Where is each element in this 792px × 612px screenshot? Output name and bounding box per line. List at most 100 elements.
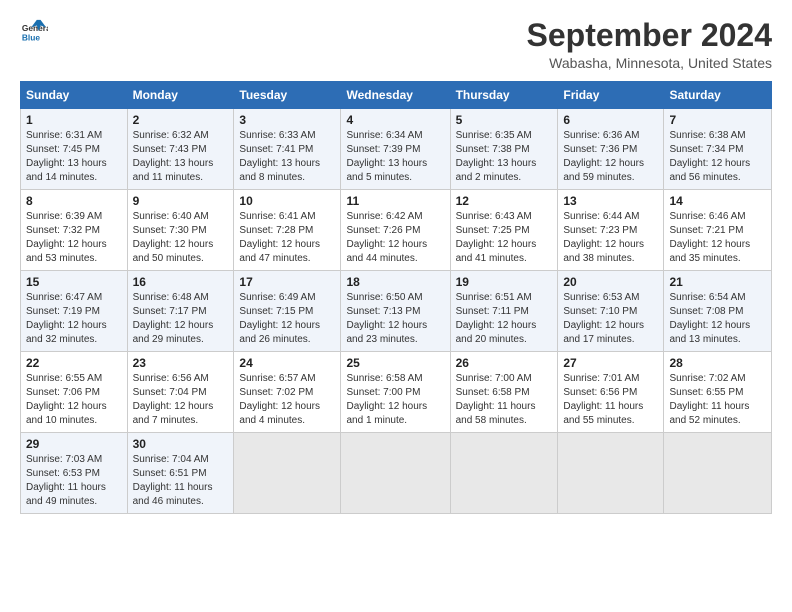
calendar-cell: 21 Sunrise: 6:54 AM Sunset: 7:08 PM Dayl…	[664, 271, 772, 352]
calendar-cell: 28 Sunrise: 7:02 AM Sunset: 6:55 PM Dayl…	[664, 352, 772, 433]
day-info: Sunrise: 6:42 AM Sunset: 7:26 PM Dayligh…	[346, 210, 444, 266]
calendar-cell: 14 Sunrise: 6:46 AM Sunset: 7:21 PM Dayl…	[664, 190, 772, 271]
calendar-cell: 26 Sunrise: 7:00 AM Sunset: 6:58 PM Dayl…	[450, 352, 558, 433]
calendar-cell: 6 Sunrise: 6:36 AM Sunset: 7:36 PM Dayli…	[558, 109, 664, 190]
header-friday: Friday	[558, 82, 664, 109]
day-number: 30	[133, 437, 229, 451]
calendar-cell: 30 Sunrise: 7:04 AM Sunset: 6:51 PM Dayl…	[127, 433, 234, 514]
header-wednesday: Wednesday	[341, 82, 450, 109]
calendar-cell: 23 Sunrise: 6:56 AM Sunset: 7:04 PM Dayl…	[127, 352, 234, 433]
day-info: Sunrise: 6:44 AM Sunset: 7:23 PM Dayligh…	[563, 210, 658, 266]
day-number: 28	[669, 356, 766, 370]
calendar-cell: 1 Sunrise: 6:31 AM Sunset: 7:45 PM Dayli…	[21, 109, 128, 190]
day-info: Sunrise: 7:04 AM Sunset: 6:51 PM Dayligh…	[133, 453, 229, 509]
day-info: Sunrise: 6:39 AM Sunset: 7:32 PM Dayligh…	[26, 210, 122, 266]
day-info: Sunrise: 7:01 AM Sunset: 6:56 PM Dayligh…	[563, 372, 658, 428]
day-number: 20	[563, 275, 658, 289]
calendar-cell: 27 Sunrise: 7:01 AM Sunset: 6:56 PM Dayl…	[558, 352, 664, 433]
calendar-cell: 25 Sunrise: 6:58 AM Sunset: 7:00 PM Dayl…	[341, 352, 450, 433]
header-sunday: Sunday	[21, 82, 128, 109]
day-number: 29	[26, 437, 122, 451]
day-number: 24	[239, 356, 335, 370]
day-info: Sunrise: 6:53 AM Sunset: 7:10 PM Dayligh…	[563, 291, 658, 347]
day-info: Sunrise: 7:03 AM Sunset: 6:53 PM Dayligh…	[26, 453, 122, 509]
day-info: Sunrise: 6:47 AM Sunset: 7:19 PM Dayligh…	[26, 291, 122, 347]
day-number: 6	[563, 113, 658, 127]
day-number: 27	[563, 356, 658, 370]
calendar-cell: 19 Sunrise: 6:51 AM Sunset: 7:11 PM Dayl…	[450, 271, 558, 352]
day-number: 3	[239, 113, 335, 127]
calendar-cell: 16 Sunrise: 6:48 AM Sunset: 7:17 PM Dayl…	[127, 271, 234, 352]
day-number: 2	[133, 113, 229, 127]
calendar-cell: 8 Sunrise: 6:39 AM Sunset: 7:32 PM Dayli…	[21, 190, 128, 271]
day-number: 21	[669, 275, 766, 289]
calendar-cell: 29 Sunrise: 7:03 AM Sunset: 6:53 PM Dayl…	[21, 433, 128, 514]
day-number: 4	[346, 113, 444, 127]
day-number: 5	[456, 113, 553, 127]
day-info: Sunrise: 6:58 AM Sunset: 7:00 PM Dayligh…	[346, 372, 444, 428]
location: Wabasha, Minnesota, United States	[527, 55, 772, 71]
month-title: September 2024	[527, 18, 772, 53]
calendar-cell: 15 Sunrise: 6:47 AM Sunset: 7:19 PM Dayl…	[21, 271, 128, 352]
day-info: Sunrise: 6:40 AM Sunset: 7:30 PM Dayligh…	[133, 210, 229, 266]
day-info: Sunrise: 6:55 AM Sunset: 7:06 PM Dayligh…	[26, 372, 122, 428]
header-monday: Monday	[127, 82, 234, 109]
svg-text:Blue: Blue	[22, 32, 40, 42]
calendar-cell: 24 Sunrise: 6:57 AM Sunset: 7:02 PM Dayl…	[234, 352, 341, 433]
day-info: Sunrise: 6:56 AM Sunset: 7:04 PM Dayligh…	[133, 372, 229, 428]
day-info: Sunrise: 6:49 AM Sunset: 7:15 PM Dayligh…	[239, 291, 335, 347]
day-number: 26	[456, 356, 553, 370]
calendar-cell: 5 Sunrise: 6:35 AM Sunset: 7:38 PM Dayli…	[450, 109, 558, 190]
calendar-cell: 18 Sunrise: 6:50 AM Sunset: 7:13 PM Dayl…	[341, 271, 450, 352]
day-info: Sunrise: 6:34 AM Sunset: 7:39 PM Dayligh…	[346, 129, 444, 185]
day-info: Sunrise: 6:32 AM Sunset: 7:43 PM Dayligh…	[133, 129, 229, 185]
title-area: September 2024 Wabasha, Minnesota, Unite…	[527, 18, 772, 71]
day-info: Sunrise: 6:33 AM Sunset: 7:41 PM Dayligh…	[239, 129, 335, 185]
day-info: Sunrise: 6:31 AM Sunset: 7:45 PM Dayligh…	[26, 129, 122, 185]
calendar-cell: 4 Sunrise: 6:34 AM Sunset: 7:39 PM Dayli…	[341, 109, 450, 190]
calendar-cell: 2 Sunrise: 6:32 AM Sunset: 7:43 PM Dayli…	[127, 109, 234, 190]
day-info: Sunrise: 6:36 AM Sunset: 7:36 PM Dayligh…	[563, 129, 658, 185]
day-number: 7	[669, 113, 766, 127]
calendar-cell	[234, 433, 341, 514]
day-info: Sunrise: 6:41 AM Sunset: 7:28 PM Dayligh…	[239, 210, 335, 266]
day-info: Sunrise: 6:50 AM Sunset: 7:13 PM Dayligh…	[346, 291, 444, 347]
day-number: 16	[133, 275, 229, 289]
day-number: 18	[346, 275, 444, 289]
day-number: 22	[26, 356, 122, 370]
header-thursday: Thursday	[450, 82, 558, 109]
logo: General Blue	[20, 18, 48, 46]
calendar-cell	[341, 433, 450, 514]
calendar-cell: 12 Sunrise: 6:43 AM Sunset: 7:25 PM Dayl…	[450, 190, 558, 271]
day-info: Sunrise: 6:46 AM Sunset: 7:21 PM Dayligh…	[669, 210, 766, 266]
calendar-cell: 17 Sunrise: 6:49 AM Sunset: 7:15 PM Dayl…	[234, 271, 341, 352]
day-number: 13	[563, 194, 658, 208]
calendar-table: SundayMondayTuesdayWednesdayThursdayFrid…	[20, 81, 772, 514]
day-number: 11	[346, 194, 444, 208]
day-info: Sunrise: 7:02 AM Sunset: 6:55 PM Dayligh…	[669, 372, 766, 428]
logo-icon: General Blue	[20, 18, 48, 46]
calendar-cell: 7 Sunrise: 6:38 AM Sunset: 7:34 PM Dayli…	[664, 109, 772, 190]
calendar-cell: 3 Sunrise: 6:33 AM Sunset: 7:41 PM Dayli…	[234, 109, 341, 190]
day-info: Sunrise: 6:57 AM Sunset: 7:02 PM Dayligh…	[239, 372, 335, 428]
calendar-cell	[558, 433, 664, 514]
calendar-cell	[450, 433, 558, 514]
day-number: 25	[346, 356, 444, 370]
day-number: 10	[239, 194, 335, 208]
header-saturday: Saturday	[664, 82, 772, 109]
day-number: 14	[669, 194, 766, 208]
day-info: Sunrise: 6:48 AM Sunset: 7:17 PM Dayligh…	[133, 291, 229, 347]
day-number: 9	[133, 194, 229, 208]
day-number: 1	[26, 113, 122, 127]
day-number: 17	[239, 275, 335, 289]
calendar-cell: 20 Sunrise: 6:53 AM Sunset: 7:10 PM Dayl…	[558, 271, 664, 352]
day-info: Sunrise: 6:35 AM Sunset: 7:38 PM Dayligh…	[456, 129, 553, 185]
header-tuesday: Tuesday	[234, 82, 341, 109]
calendar-cell: 10 Sunrise: 6:41 AM Sunset: 7:28 PM Dayl…	[234, 190, 341, 271]
day-info: Sunrise: 7:00 AM Sunset: 6:58 PM Dayligh…	[456, 372, 553, 428]
calendar-cell: 22 Sunrise: 6:55 AM Sunset: 7:06 PM Dayl…	[21, 352, 128, 433]
calendar-cell: 13 Sunrise: 6:44 AM Sunset: 7:23 PM Dayl…	[558, 190, 664, 271]
day-number: 19	[456, 275, 553, 289]
day-number: 23	[133, 356, 229, 370]
day-info: Sunrise: 6:54 AM Sunset: 7:08 PM Dayligh…	[669, 291, 766, 347]
